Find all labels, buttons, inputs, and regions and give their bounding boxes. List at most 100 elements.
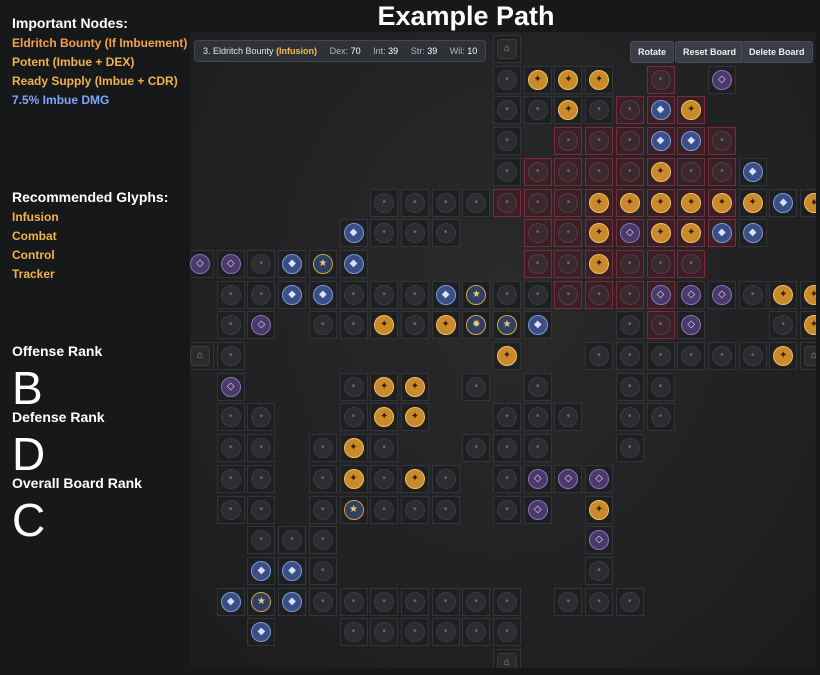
board-node[interactable]: ◆ (523, 311, 552, 340)
board-node[interactable]: ◇ (216, 249, 245, 278)
board-node[interactable]: • (493, 127, 521, 156)
board-node[interactable]: • (370, 188, 399, 217)
board-node[interactable]: • (216, 311, 245, 340)
board-node[interactable]: ✦ (800, 311, 816, 340)
board-node[interactable]: • (431, 618, 460, 647)
board-node[interactable]: • (493, 280, 521, 309)
board-node[interactable]: • (493, 434, 521, 463)
board-node[interactable]: • (646, 403, 675, 432)
board-node[interactable]: ◆ (646, 96, 675, 125)
delete-board-button[interactable]: Delete Board (741, 41, 813, 63)
board-node[interactable]: • (585, 280, 614, 309)
board-node[interactable]: ◇ (707, 65, 736, 94)
board-node[interactable]: • (615, 342, 644, 370)
board-node[interactable]: • (400, 311, 429, 340)
board-node[interactable]: ◆ (308, 280, 337, 309)
board-node[interactable]: ◆ (216, 587, 245, 616)
board-node[interactable]: • (400, 587, 429, 616)
board-node[interactable]: • (615, 157, 644, 186)
board-node[interactable]: • (523, 403, 552, 432)
board-node[interactable]: • (677, 157, 706, 186)
board-node[interactable]: ◇ (585, 526, 614, 555)
board-node[interactable]: • (585, 587, 614, 616)
board-node[interactable]: • (370, 495, 399, 524)
board-node[interactable]: ◆ (278, 556, 307, 585)
board-node[interactable]: ◇ (216, 372, 245, 401)
board-node[interactable]: • (585, 556, 614, 585)
board-node[interactable]: ★ (493, 311, 521, 340)
board-node[interactable]: ✦ (339, 464, 368, 493)
board-node[interactable]: ★ (247, 587, 276, 616)
board-node[interactable]: • (339, 618, 368, 647)
board-node[interactable]: ◆ (707, 219, 736, 248)
board-node[interactable]: ◇ (677, 280, 706, 309)
board-node[interactable]: • (707, 342, 736, 370)
board-gate-node[interactable]: ⌂ (800, 342, 816, 370)
board-node[interactable]: ✦ (738, 188, 767, 217)
board-node[interactable]: • (247, 249, 276, 278)
board-node[interactable]: ★ (308, 249, 337, 278)
board-node[interactable]: ✦ (646, 188, 675, 217)
board-node[interactable]: • (493, 403, 521, 432)
board-node[interactable]: • (493, 495, 521, 524)
board-node[interactable]: • (738, 342, 767, 370)
board-node[interactable]: ◆ (247, 556, 276, 585)
board-node[interactable]: ◇ (247, 311, 276, 340)
board-node[interactable]: • (308, 587, 337, 616)
board-node[interactable]: • (585, 342, 614, 370)
board-node[interactable]: • (615, 280, 644, 309)
board-node[interactable]: ✦ (585, 249, 614, 278)
board-node[interactable]: • (585, 96, 614, 125)
board-node[interactable]: • (523, 219, 552, 248)
board-node[interactable]: ◆ (738, 219, 767, 248)
board-node[interactable]: • (523, 157, 552, 186)
board-node[interactable]: • (646, 342, 675, 370)
board-gate-node[interactable]: ⌂ (493, 649, 521, 668)
board-node[interactable]: • (554, 157, 583, 186)
board-node[interactable]: • (370, 587, 399, 616)
board-node[interactable]: • (431, 219, 460, 248)
board-node[interactable]: • (554, 587, 583, 616)
board-node[interactable]: ✦ (400, 403, 429, 432)
board-node[interactable]: • (339, 372, 368, 401)
board-node[interactable]: ✦ (431, 311, 460, 340)
board-node[interactable]: ◇ (523, 495, 552, 524)
board-node[interactable]: • (615, 311, 644, 340)
board-node[interactable]: • (615, 127, 644, 156)
board-node[interactable]: ◆ (278, 280, 307, 309)
board-node[interactable]: • (462, 618, 491, 647)
board-node[interactable]: ✦ (400, 464, 429, 493)
board-node[interactable]: • (615, 249, 644, 278)
board-node[interactable]: ✦ (800, 280, 816, 309)
board-node[interactable]: • (370, 618, 399, 647)
board-node[interactable]: ✦ (585, 495, 614, 524)
board-gate-node[interactable]: ⌂ (493, 35, 521, 63)
board-node[interactable]: ✦ (646, 157, 675, 186)
board-node[interactable]: • (247, 434, 276, 463)
board-node[interactable]: • (462, 188, 491, 217)
board-node[interactable]: ✦ (677, 219, 706, 248)
board-node[interactable]: • (247, 280, 276, 309)
board-node[interactable]: • (554, 403, 583, 432)
board-node[interactable]: • (493, 587, 521, 616)
board-node[interactable]: • (339, 403, 368, 432)
board-node[interactable]: ♦ (800, 188, 816, 217)
board-node[interactable]: • (523, 96, 552, 125)
board-node[interactable]: • (462, 587, 491, 616)
board-gate-node[interactable]: ⌂ (190, 342, 214, 370)
board-node[interactable]: • (493, 96, 521, 125)
board-node[interactable]: • (308, 311, 337, 340)
board-node[interactable]: ◆ (431, 280, 460, 309)
board-node[interactable]: • (677, 342, 706, 370)
board-node[interactable]: • (493, 618, 521, 647)
board-node[interactable]: • (646, 249, 675, 278)
board-node[interactable]: ✦ (769, 280, 798, 309)
board-node[interactable]: • (462, 434, 491, 463)
board-node[interactable]: • (615, 587, 644, 616)
board-node[interactable]: • (216, 342, 245, 370)
board-node[interactable]: • (554, 249, 583, 278)
board-node[interactable]: • (707, 157, 736, 186)
board-node[interactable]: • (738, 280, 767, 309)
board-node[interactable]: • (216, 495, 245, 524)
board-node[interactable]: ◇ (554, 464, 583, 493)
